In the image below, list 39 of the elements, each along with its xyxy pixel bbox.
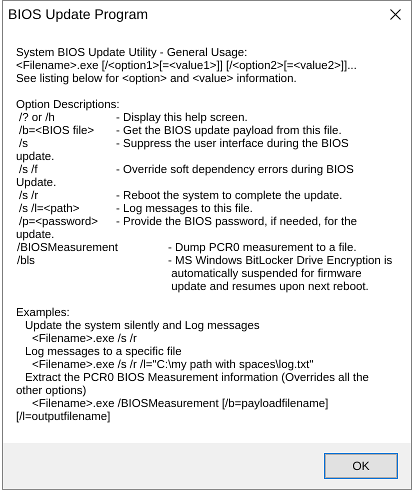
- option-description: - Provide the BIOS password, if needed, for the: [116, 216, 357, 229]
- option-description: - Reboot the system to complete the update.: [116, 190, 342, 203]
- help-text: <Filename>.exe [/<option1>[=<value1>]] [/<option2>[=<value2>]]...: [16, 60, 357, 73]
- help-text: See listing below for <option> and <value> information.: [16, 73, 297, 86]
- option-name: /s /f: [18, 164, 39, 177]
- option-description: - Suppress the user interface during the BIOS: [116, 138, 349, 151]
- option-description: - MS Windows BitLocker Drive Encryption is: [168, 255, 392, 268]
- option-name: /b=<BIOS file>: [18, 125, 96, 138]
- option-name: /? or /h: [18, 112, 56, 125]
- help-text: Examples:: [16, 307, 70, 320]
- help-text: other options): [16, 385, 86, 398]
- help-text: Option Descriptions:: [16, 99, 120, 112]
- option-description: - Override soft dependency errors during BIOS: [116, 164, 354, 177]
- help-text: Update.: [16, 177, 56, 190]
- option-description: - Display this help screen.: [116, 112, 248, 125]
- option-description: - Dump PCR0 measurement to a file.: [168, 242, 357, 255]
- option-name: /s /r: [18, 190, 40, 203]
- ok-button[interactable]: OK: [325, 454, 397, 478]
- option-name: /s /l=<path>: [18, 203, 80, 216]
- option-description: automatically suspended for firmware: [170, 268, 363, 281]
- option-name: /bls: [16, 255, 36, 269]
- option-name: /BIOSMeasurement: [16, 242, 119, 255]
- close-icon[interactable]: [390, 8, 401, 20]
- help-text: Extract the PCR0 BIOS Measurement information (Overrides all the: [24, 372, 369, 385]
- option-name: /p=<password>: [18, 216, 99, 229]
- help-text: update.: [16, 229, 54, 242]
- help-text: update.: [16, 151, 54, 164]
- help-text: <Filename>.exe /s /r: [31, 333, 137, 346]
- option-name: /s: [18, 138, 29, 151]
- help-text: [/l=outputfilename]: [16, 411, 110, 424]
- help-text: Update the system silently and Log messages: [24, 320, 260, 333]
- help-text: <Filename>.exe /s /r /l="C:\my path with spaces\log.txt": [31, 359, 314, 372]
- option-description: update and resumes upon next reboot.: [170, 281, 370, 294]
- help-text: Log messages to a specific file: [24, 346, 182, 359]
- help-text: <Filename>.exe /BIOSMeasurement [/b=payloadfilename]: [31, 398, 328, 411]
- window-title: BIOS Update Program: [8, 4, 148, 24]
- option-description: - Get the BIOS update payload from this file.: [116, 125, 342, 138]
- option-description: - Log messages to this file.: [116, 203, 253, 216]
- help-text: System BIOS Update Utility - General Usage:: [16, 47, 248, 60]
